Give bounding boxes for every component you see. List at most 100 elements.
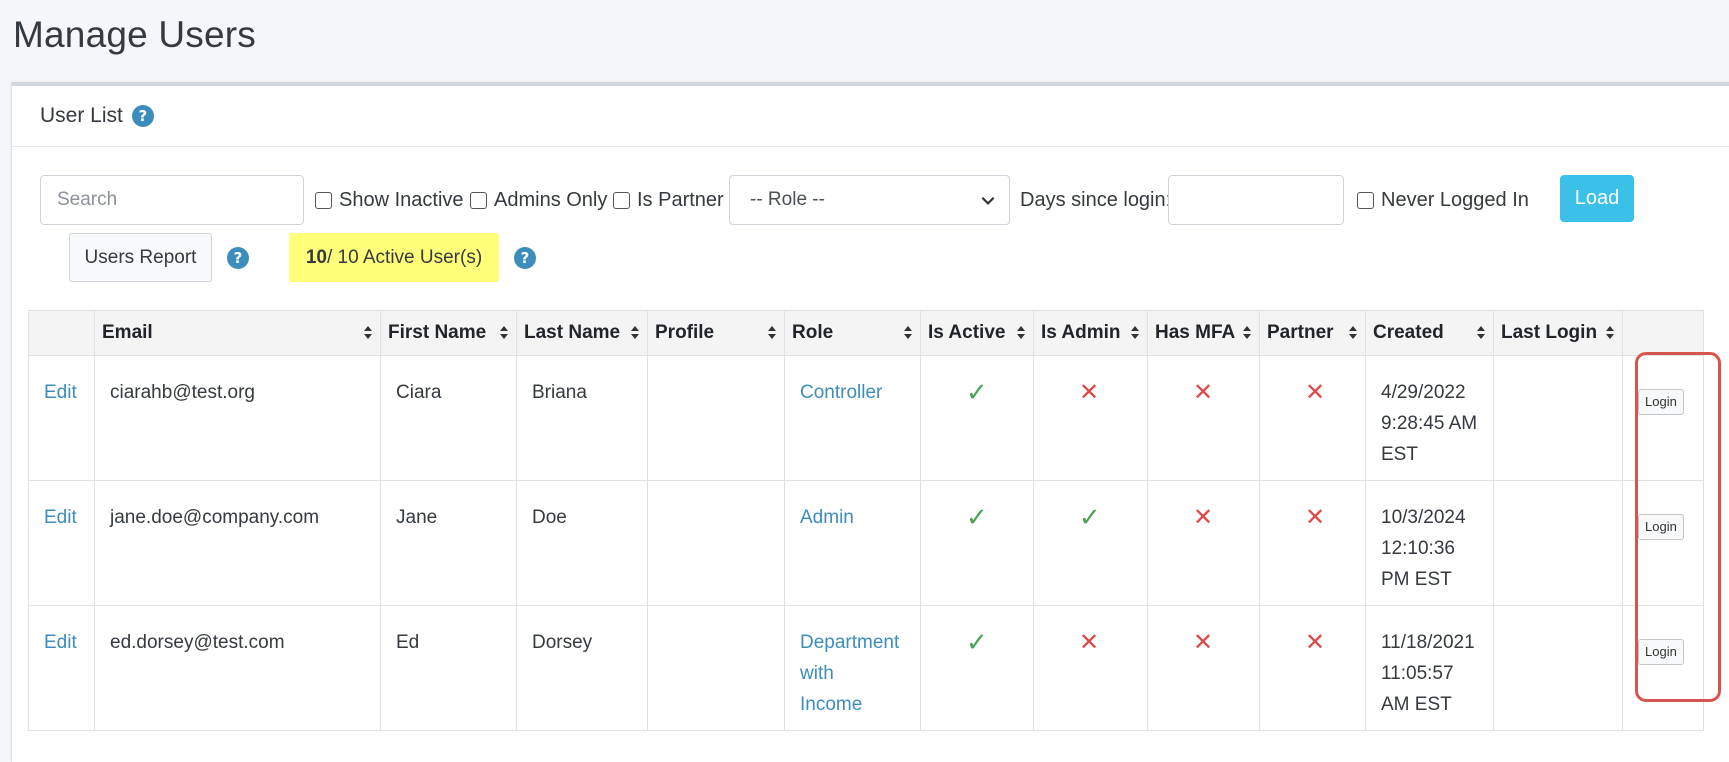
users-report-button[interactable]: Users Report (69, 233, 212, 282)
role-select-value: -- Role -- (750, 189, 825, 210)
sort-icon[interactable] (903, 325, 913, 340)
role-line: Income (800, 694, 863, 715)
edit-link[interactable]: Edit (44, 632, 77, 653)
sort-icon[interactable] (1348, 325, 1358, 340)
is-partner-label: Is Partner (637, 189, 724, 211)
active-count: 10 (305, 246, 327, 268)
admins-only-label: Admins Only (494, 189, 608, 211)
cell-profile (647, 355, 785, 481)
active-users-badge: 10 / 10 Active User(s) (289, 233, 499, 282)
header-label: Last Login (1501, 322, 1598, 343)
header-actions (28, 310, 95, 356)
admins-only-checkbox[interactable]: Admins Only (470, 189, 607, 212)
header-partner[interactable]: Partner (1259, 310, 1366, 356)
cell-email: ed.dorsey@test.com (94, 605, 381, 731)
sort-icon[interactable] (1242, 325, 1252, 340)
sort-icon[interactable] (1476, 325, 1486, 340)
help-icon[interactable]: ? (131, 105, 154, 127)
header-first-name[interactable]: First Name (380, 310, 517, 356)
edit-link[interactable]: Edit (44, 382, 77, 403)
cell-last-name: Dorsey (516, 605, 648, 731)
created-time: 9:28:45 AM (1381, 413, 1478, 434)
load-button[interactable]: Load (1560, 175, 1634, 222)
sort-icon[interactable] (363, 325, 373, 340)
cross-icon: ✕ (1193, 629, 1214, 656)
header-label: Email (102, 322, 153, 343)
cell-last-login (1493, 480, 1623, 606)
header-last-login[interactable]: Last Login (1493, 310, 1623, 356)
active-users-text: / 10 Active User(s) (326, 246, 483, 268)
help-icon[interactable]: ? (227, 247, 249, 269)
header-label: Is Admin (1041, 322, 1121, 343)
check-icon: ✓ (966, 627, 988, 657)
role-line: with (800, 663, 834, 684)
search-input[interactable] (40, 175, 304, 225)
days-since-login-input[interactable] (1168, 175, 1344, 225)
checkbox-box[interactable] (1357, 192, 1374, 209)
header-last-name[interactable]: Last Name (516, 310, 648, 356)
table-row: Edit ed.dorsey@test.com Ed Dorsey Depart… (28, 605, 1704, 731)
cell-last-name: Doe (516, 480, 648, 606)
sort-icon[interactable] (1605, 325, 1615, 340)
cross-icon: ✕ (1079, 379, 1100, 406)
cell-last-login (1493, 355, 1623, 481)
sort-icon[interactable] (1130, 325, 1140, 340)
card-title: User List (40, 104, 123, 127)
never-logged-in-checkbox[interactable]: Never Logged In (1357, 189, 1529, 212)
check-icon: ✓ (966, 502, 988, 532)
card-header: User List ? (12, 86, 1729, 147)
created-tz: PM EST (1381, 569, 1452, 590)
header-role[interactable]: Role (784, 310, 921, 356)
created-date: 4/29/2022 (1381, 382, 1466, 403)
role-line: Department (800, 632, 900, 653)
header-label: Partner (1267, 322, 1334, 343)
show-inactive-checkbox[interactable]: Show Inactive (315, 189, 464, 212)
is-partner-checkbox[interactable]: Is Partner (613, 189, 724, 212)
show-inactive-label: Show Inactive (339, 189, 464, 211)
header-profile[interactable]: Profile (647, 310, 785, 356)
help-icon[interactable]: ? (514, 247, 536, 269)
role-select[interactable]: -- Role -- (729, 175, 1010, 225)
created-tz: AM EST (1381, 694, 1452, 715)
role-link[interactable]: Admin (800, 507, 854, 528)
cell-last-name: Briana (516, 355, 648, 481)
cross-icon: ✕ (1193, 504, 1214, 531)
cell-last-login (1493, 605, 1623, 731)
created-time: 11:05:57 (1381, 663, 1454, 684)
cross-icon: ✕ (1193, 379, 1214, 406)
check-icon: ✓ (1079, 502, 1101, 532)
header-has-mfa[interactable]: Has MFA (1147, 310, 1260, 356)
days-since-login-label: Days since login: (1020, 189, 1172, 211)
header-email[interactable]: Email (94, 310, 381, 356)
cell-email: ciarahb@test.org (94, 355, 381, 481)
cross-icon: ✕ (1305, 379, 1326, 406)
sort-icon[interactable] (767, 325, 777, 340)
sort-icon[interactable] (499, 325, 509, 340)
role-link[interactable]: Controller (800, 382, 882, 403)
header-created[interactable]: Created (1365, 310, 1494, 356)
login-column-highlight (1635, 352, 1721, 702)
table-header-row: Email First Name Last Name Profile Role … (28, 310, 1704, 356)
edit-link[interactable]: Edit (44, 507, 77, 528)
header-label: First Name (388, 322, 487, 343)
role-link[interactable]: Department with Income (800, 627, 905, 720)
never-logged-in-label: Never Logged In (1381, 189, 1529, 211)
cell-profile (647, 605, 785, 731)
cell-first-name: Jane (380, 480, 517, 606)
cell-email: jane.doe@company.com (94, 480, 381, 606)
checkbox-box[interactable] (613, 192, 630, 209)
cell-created: 4/29/2022 9:28:45 AM EST (1365, 355, 1494, 481)
cross-icon: ✕ (1079, 629, 1100, 656)
chevron-down-icon (981, 196, 995, 205)
cell-profile (647, 480, 785, 606)
created-tz: EST (1381, 444, 1418, 465)
users-table: Email First Name Last Name Profile Role … (28, 310, 1704, 731)
header-label: Created (1373, 322, 1444, 343)
checkbox-box[interactable] (470, 192, 487, 209)
header-is-admin[interactable]: Is Admin (1033, 310, 1148, 356)
sort-icon[interactable] (630, 325, 640, 340)
sort-icon[interactable] (1016, 325, 1026, 340)
header-is-active[interactable]: Is Active (920, 310, 1034, 356)
created-date: 10/3/2024 (1381, 507, 1466, 528)
checkbox-box[interactable] (315, 192, 332, 209)
